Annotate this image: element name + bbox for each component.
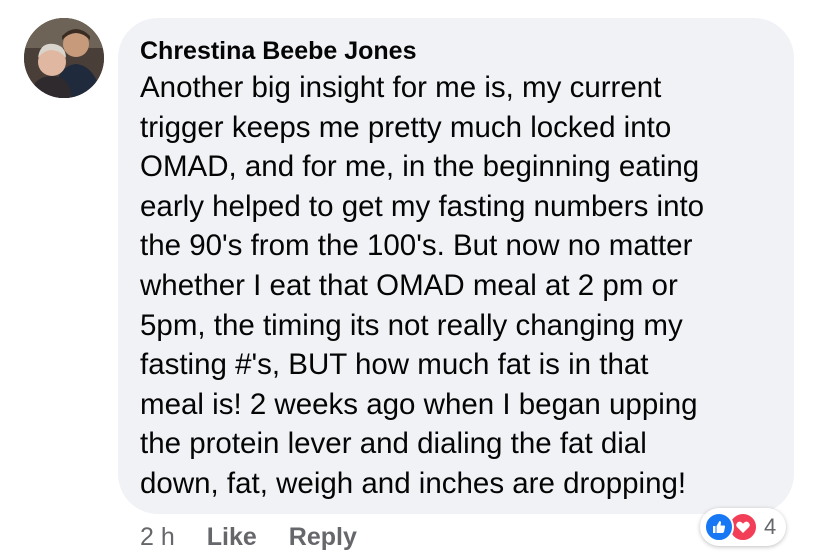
comment-line: trigger keeps me pretty much locked into [140,110,672,144]
comment-line: the protein lever and dialing the fat di… [140,427,647,461]
reply-button[interactable]: Reply [289,523,357,552]
comment-author[interactable]: Chrestina Beebe Jones [140,36,774,66]
comment-line: fasting #'s, BUT how much fat is in that [140,348,649,382]
comment-line: whether I eat that OMAD meal at 2 pm or [140,268,678,302]
reactions-summary[interactable]: 4 [700,508,787,546]
comment-text: Another big insight for me is, my curren… [140,68,774,504]
comment-line: early helped to get my fasting numbers i… [140,189,705,223]
comment-line: meal is! 2 weeks ago when I began upping [140,387,698,421]
timestamp[interactable]: 2 h [140,523,175,552]
comment-line: the 90's from the 100's. But now no matt… [140,229,693,263]
reaction-count: 4 [764,514,777,539]
comment-line: Another big insight for me is, my curren… [140,71,662,104]
comment-line: OMAD, and for me, in the beginning eatin… [140,150,700,184]
avatar[interactable] [24,18,104,98]
comment-meta: 2 h Like Reply [140,520,389,554]
comment-line: down, fat, weigh and inches are dropping… [140,466,687,500]
like-icon [704,512,734,542]
comment-line: 5pm, the timing its not really changing … [140,308,683,342]
like-button[interactable]: Like [207,523,257,552]
profile-photo-icon [24,18,104,98]
comment-bubble: Chrestina Beebe Jones Another big insigh… [118,18,794,514]
